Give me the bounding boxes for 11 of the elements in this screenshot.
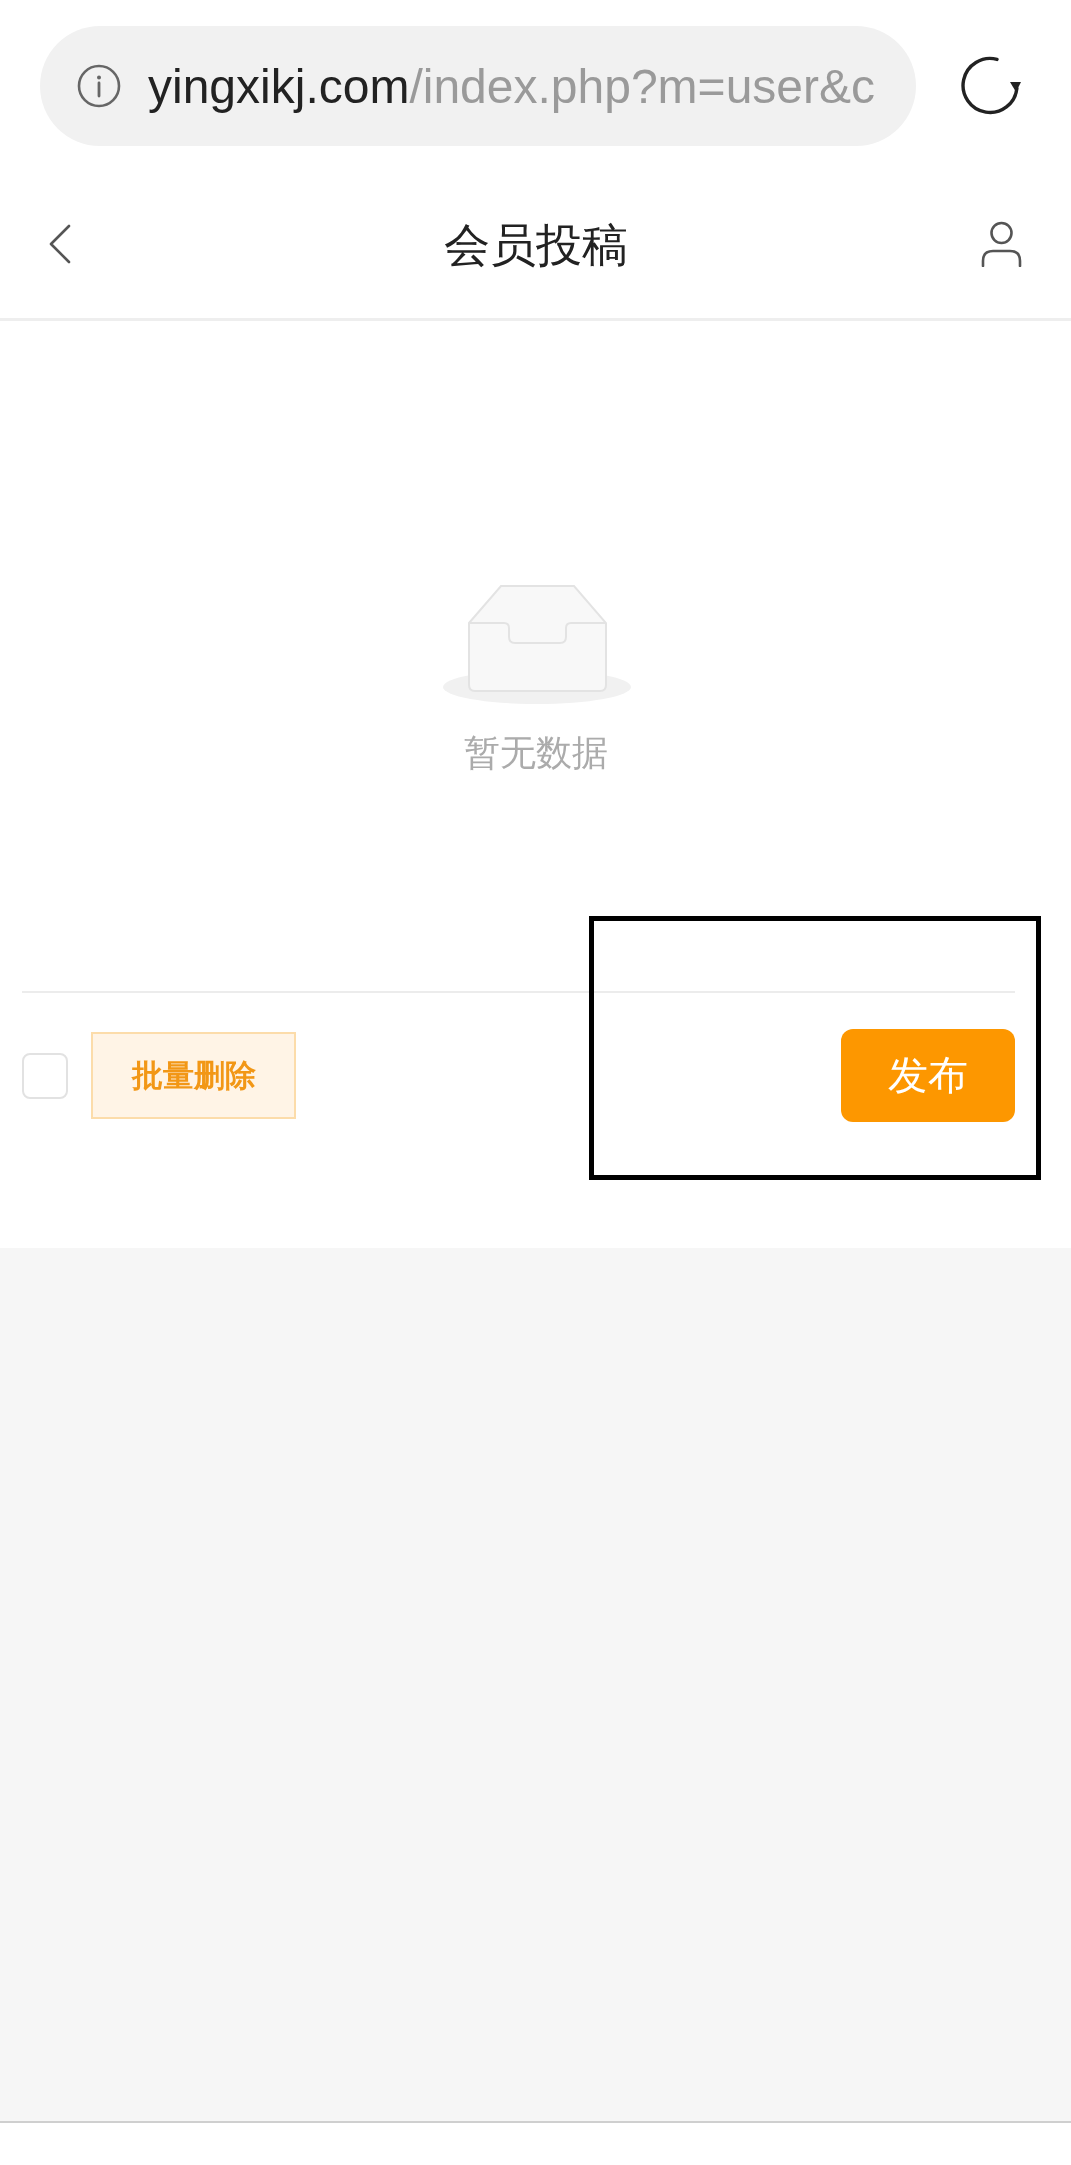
page-title: 会员投稿 bbox=[443, 218, 628, 273]
select-all-checkbox[interactable] bbox=[22, 1052, 68, 1099]
batch-delete-button[interactable]: 批量删除 bbox=[91, 1032, 296, 1119]
reload-icon[interactable] bbox=[959, 55, 1021, 117]
info-icon[interactable] bbox=[77, 64, 121, 108]
user-icon[interactable] bbox=[981, 221, 1022, 267]
empty-tray-icon bbox=[441, 585, 632, 705]
back-icon[interactable] bbox=[49, 224, 71, 264]
empty-message: 暂无数据 bbox=[463, 731, 608, 775]
address-bar[interactable]: yingxikj.com/index.php?m=user&c bbox=[40, 26, 916, 146]
publish-button[interactable]: 发布 bbox=[841, 1029, 1015, 1122]
